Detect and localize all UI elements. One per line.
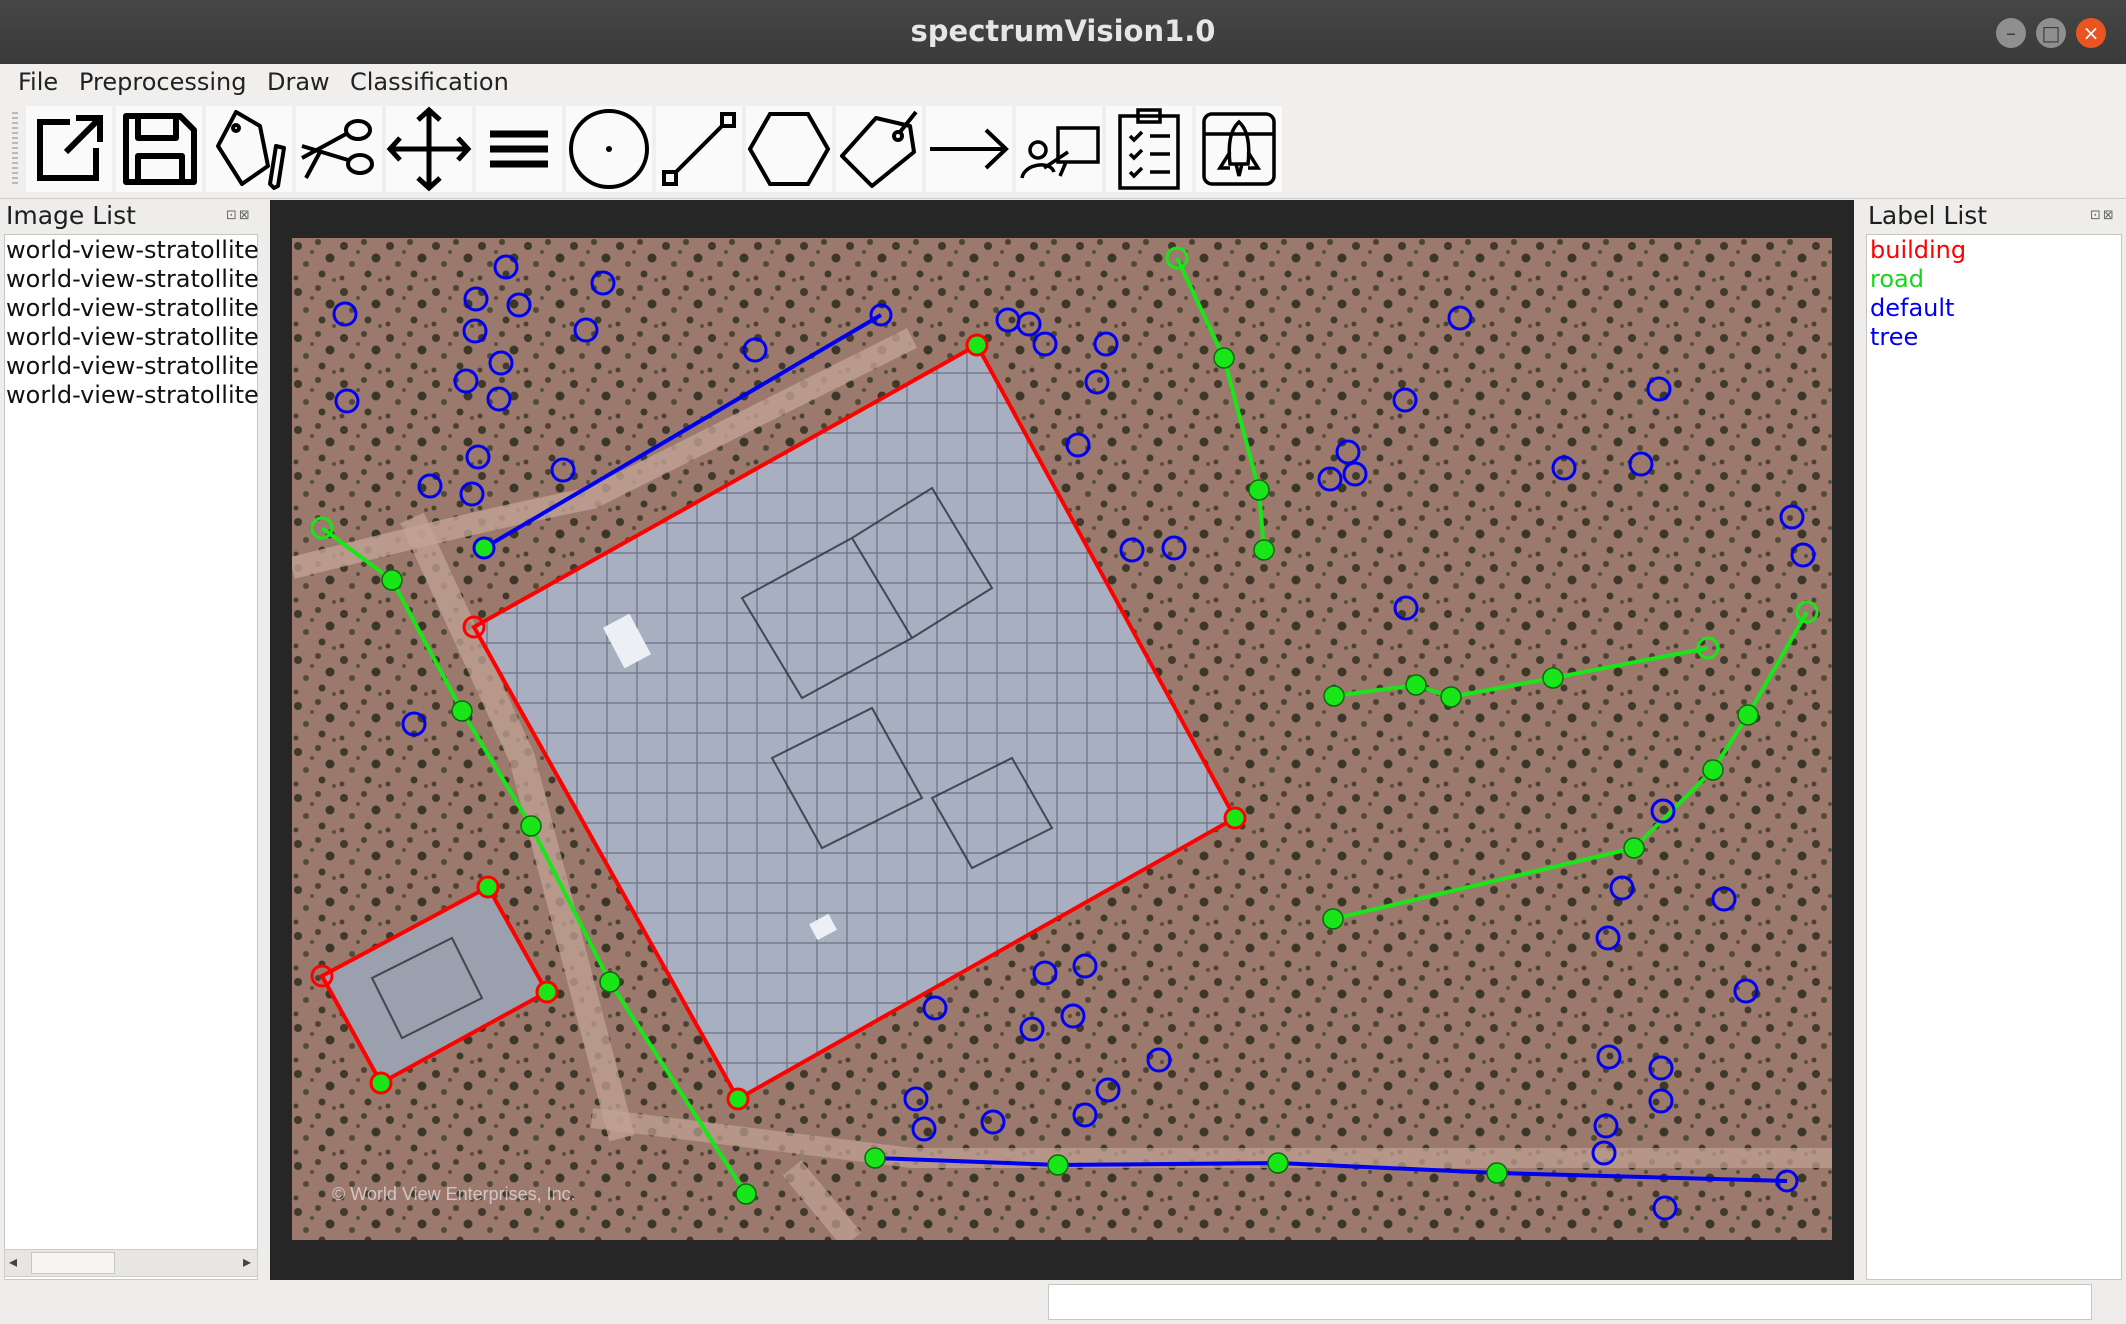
image-watermark: © World View Enterprises, Inc.: [332, 1184, 576, 1204]
image-list-item[interactable]: world-view-stratollite: [6, 265, 258, 293]
menu-icon: [490, 130, 548, 168]
close-button[interactable]: ×: [2076, 18, 2106, 48]
tag-icon: [840, 110, 918, 188]
image-list-item[interactable]: world-view-stratollite: [6, 294, 258, 322]
maximize-button[interactable]: □: [2036, 18, 2066, 48]
polygon-icon: [747, 112, 831, 186]
label-item-road[interactable]: road: [1870, 265, 1924, 293]
menu-button[interactable]: [476, 106, 562, 192]
image-list-item[interactable]: world-view-stratollite: [6, 236, 258, 264]
image-list-item[interactable]: world-view-stratollite: [6, 352, 258, 380]
label-item-default[interactable]: default: [1870, 294, 1954, 322]
image-list-item[interactable]: world-view-stratollite: [6, 381, 258, 409]
cut-icon: [301, 119, 374, 179]
menu-bar: File Preprocessing Draw Classification: [0, 64, 2126, 101]
polygon-tool-button[interactable]: [746, 106, 832, 192]
image-list-item[interactable]: world-view-stratollite: [6, 323, 258, 351]
clipboard-button[interactable]: [1106, 106, 1192, 192]
label-edit-button[interactable]: [206, 106, 292, 192]
clipboard-icon: [1118, 108, 1180, 190]
tag-button[interactable]: [836, 106, 922, 192]
point-icon: [569, 109, 649, 189]
scroll-thumb[interactable]: [31, 1252, 115, 1274]
menu-classification[interactable]: Classification: [350, 68, 509, 96]
title-bar[interactable]: spectrumVision1.0 – □ ×: [0, 0, 2126, 64]
menu-draw[interactable]: Draw: [267, 68, 330, 96]
image-list-scrollbar[interactable]: ◂ ▸: [4, 1249, 258, 1277]
cut-button[interactable]: [296, 106, 382, 192]
menu-preprocessing[interactable]: Preprocessing: [79, 68, 247, 96]
label-list-dock-buttons[interactable]: ⊡⊠: [2090, 208, 2116, 223]
save-icon: [123, 113, 197, 185]
point-tool-button[interactable]: [566, 106, 652, 192]
move-icon: [386, 106, 472, 192]
label-list-title: Label List: [1868, 201, 1988, 230]
line-icon: [662, 112, 736, 186]
annotate-button[interactable]: [1016, 106, 1102, 192]
launch-button[interactable]: [1196, 106, 1282, 192]
scroll-right-arrow[interactable]: ▸: [243, 1252, 251, 1271]
annotation-overlay[interactable]: © World View Enterprises, Inc.: [292, 238, 1832, 1240]
launch-icon: [1202, 112, 1276, 186]
label-item-building[interactable]: building: [1870, 236, 1966, 264]
label-edit-icon: [216, 110, 286, 190]
label-item-tree[interactable]: tree: [1870, 323, 1918, 351]
arrow-icon: [930, 128, 1009, 170]
status-field: [1048, 1284, 2092, 1320]
open-button[interactable]: [26, 106, 112, 192]
move-button[interactable]: [386, 106, 472, 192]
image-list-dock-buttons[interactable]: ⊡⊠: [226, 208, 252, 223]
minimize-button[interactable]: –: [1996, 18, 2026, 48]
line-tool-button[interactable]: [656, 106, 742, 192]
annotate-icon: [1020, 126, 1100, 179]
aerial-image[interactable]: © World View Enterprises, Inc.: [292, 238, 1832, 1240]
save-button[interactable]: [116, 106, 202, 192]
window-title: spectrumVision1.0: [910, 14, 1216, 48]
label-list-panel: [1866, 234, 2122, 1280]
scroll-left-arrow[interactable]: ◂: [9, 1252, 17, 1271]
open-icon: [37, 115, 103, 181]
toolbar-grip[interactable]: [12, 112, 18, 186]
image-list-title: Image List: [6, 201, 136, 230]
app-window: spectrumVision1.0 – □ × File Preprocessi…: [0, 0, 2126, 1324]
menu-file[interactable]: File: [18, 68, 58, 96]
arrow-button[interactable]: [926, 106, 1012, 192]
